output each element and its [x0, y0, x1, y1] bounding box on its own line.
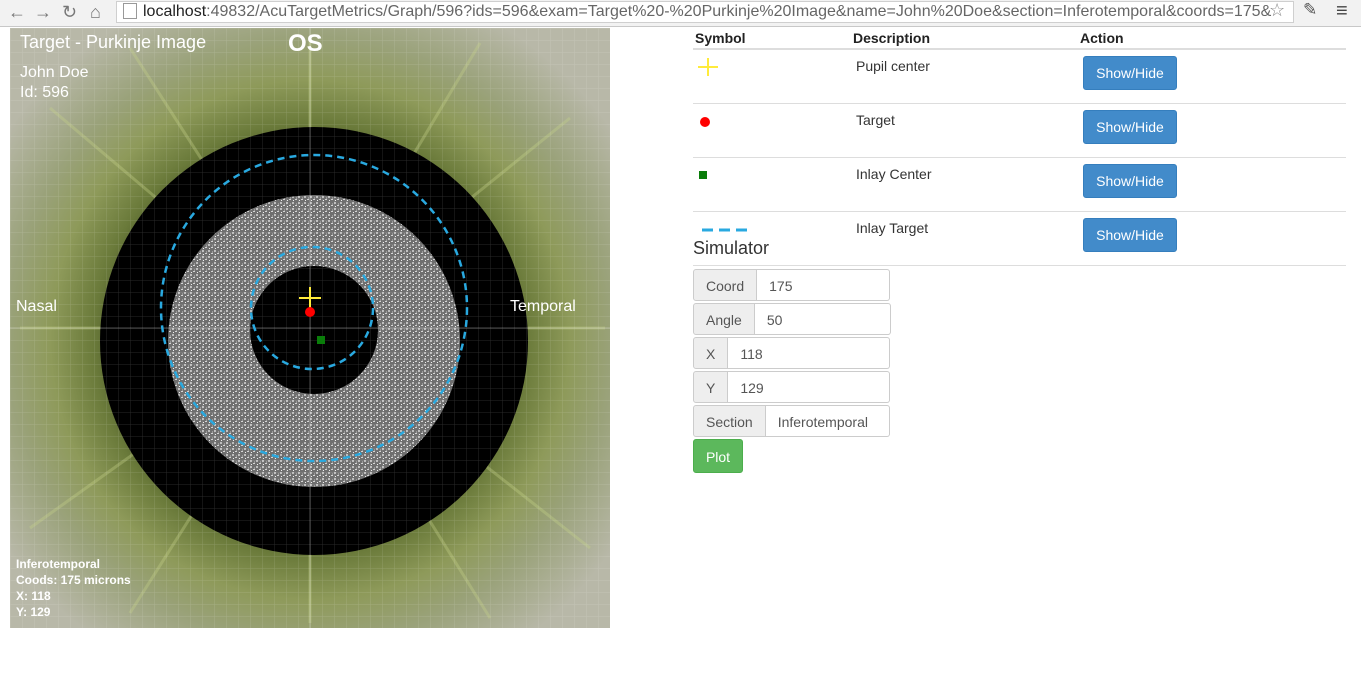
coord-group: Coord 175: [693, 269, 891, 301]
angle-input[interactable]: 50: [754, 303, 891, 335]
toggle-inlay-target-button[interactable]: Show/Hide: [1083, 218, 1177, 252]
angle-label: Angle: [693, 303, 755, 335]
legend-table: Symbol Description Action Pupil center S…: [693, 28, 1346, 266]
y-input[interactable]: 129: [728, 371, 891, 403]
toggle-pupil-center-button[interactable]: Show/Hide: [1083, 56, 1177, 90]
info-section: Inferotemporal: [16, 557, 101, 571]
x-group: X 118: [693, 337, 891, 369]
info-coords: Coods: 175 microns: [16, 573, 131, 587]
section-input[interactable]: Inferotemporal: [765, 405, 890, 437]
legend-row-pupil-center: Pupil center Show/Hide: [693, 49, 1346, 104]
legend-desc: Inlay Target: [856, 220, 929, 236]
image-title: Target - Purkinje Image: [20, 32, 207, 52]
url-host: localhost: [143, 3, 207, 20]
header-action: Action: [1078, 28, 1346, 50]
purkinje-image[interactable]: Target - Purkinje Image OS John Doe Id: …: [10, 28, 610, 628]
eye-overlay: [10, 28, 610, 628]
url-path: :49832/AcuTargetMetrics/Graph/596?ids=59…: [206, 3, 1272, 20]
patient-id: Id: 596: [20, 84, 69, 101]
y-label: Y: [693, 371, 729, 403]
header-symbol: Symbol: [693, 28, 851, 50]
legend-row-inlay-center: Inlay Center Show/Hide: [693, 157, 1346, 212]
x-input[interactable]: 118: [728, 337, 891, 369]
coord-label: Coord: [693, 269, 758, 301]
browser-toolbar: ← → ↻ ⌂ localhost:49832/AcuTargetMetrics…: [0, 0, 1361, 27]
home-icon[interactable]: ⌂: [90, 2, 101, 22]
info-y: Y: 129: [16, 605, 51, 619]
x-label: X: [693, 337, 729, 369]
menu-icon[interactable]: ≡: [1336, 0, 1348, 23]
legend-row-inlay-target: Inlay Target Show/Hide: [693, 211, 1346, 266]
inlay-center-marker: [317, 336, 325, 344]
temporal-label: Temporal: [510, 298, 576, 315]
angle-group: Angle 50: [693, 303, 891, 335]
legend-header: Symbol Description Action: [693, 28, 1346, 50]
section-group: Section Inferotemporal: [693, 405, 890, 437]
patient-name: John Doe: [20, 64, 89, 81]
address-bar[interactable]: localhost:49832/AcuTargetMetrics/Graph/5…: [116, 1, 1294, 23]
legend-desc: Target: [856, 112, 895, 128]
bookmark-star-icon[interactable]: ☆: [1269, 0, 1285, 21]
plot-button[interactable]: Plot: [693, 439, 743, 473]
back-icon[interactable]: ←: [8, 2, 26, 22]
target-marker: [305, 307, 315, 317]
legend-desc: Pupil center: [856, 58, 930, 74]
toggle-target-button[interactable]: Show/Hide: [1083, 110, 1177, 144]
legend-row-target: Target Show/Hide: [693, 103, 1346, 158]
nasal-label: Nasal: [16, 298, 57, 315]
header-description: Description: [851, 28, 1078, 50]
y-group: Y 129: [693, 371, 891, 403]
page-icon: [123, 3, 137, 19]
toggle-inlay-center-button[interactable]: Show/Hide: [1083, 164, 1177, 198]
yellow-cross-icon: [698, 58, 718, 76]
eye-label: OS: [288, 30, 323, 57]
legend-desc: Inlay Center: [856, 166, 932, 182]
red-dot-icon: [700, 117, 710, 127]
reload-icon[interactable]: ↻: [62, 2, 77, 22]
green-square-icon: [699, 171, 707, 179]
simulator-title: Simulator: [693, 238, 770, 258]
eyedropper-icon[interactable]: ✎: [1303, 0, 1317, 20]
info-x: X: 118: [16, 589, 51, 603]
forward-icon[interactable]: →: [34, 2, 52, 22]
section-label: Section: [693, 405, 766, 437]
coord-input[interactable]: 175: [757, 269, 891, 301]
